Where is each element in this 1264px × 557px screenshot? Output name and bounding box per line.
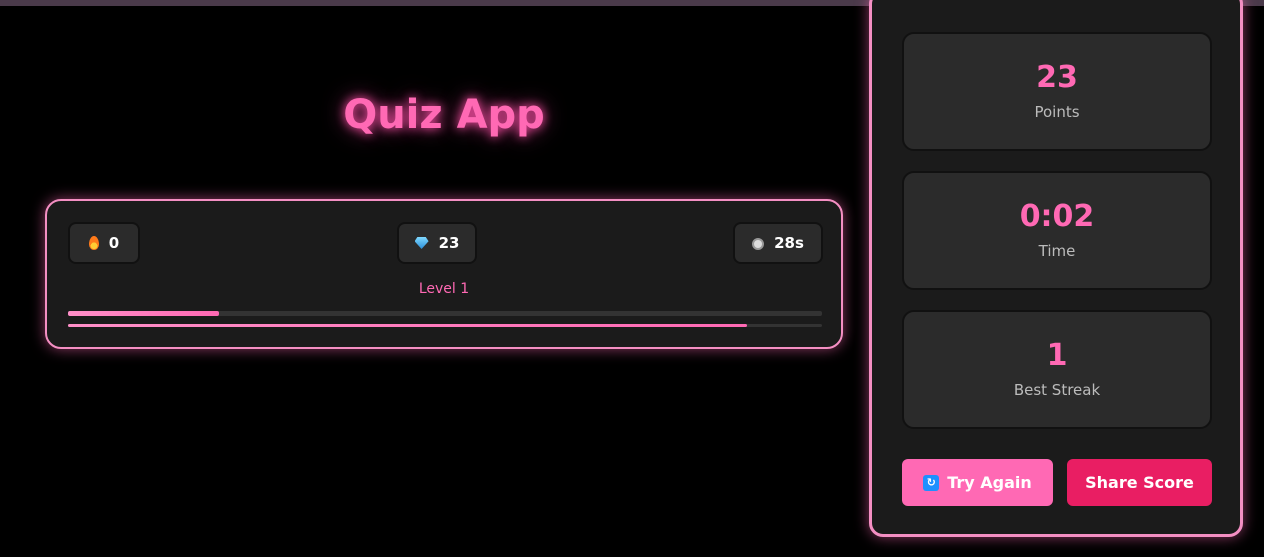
timer-value: 28s: [774, 234, 804, 252]
gem-icon: [414, 237, 429, 249]
gems-value: 23: [438, 234, 460, 252]
timer-chip: 28s: [733, 222, 823, 264]
points-label: Points: [1034, 103, 1080, 121]
try-again-button[interactable]: ↻ Try Again: [902, 459, 1053, 506]
level-progress-bar: [68, 311, 822, 316]
best-streak-value: 1: [1046, 338, 1068, 373]
quiz-status-panel: 0 23 28s Level 1: [45, 199, 843, 349]
time-value: 0:02: [1019, 199, 1095, 234]
try-again-label: Try Again: [947, 473, 1032, 492]
stopwatch-icon: [752, 238, 765, 250]
points-card: 23 Points: [902, 32, 1212, 151]
time-progress-bar: [68, 324, 822, 327]
level-progress-fill: [68, 311, 219, 316]
share-score-label: Share Score: [1085, 473, 1194, 492]
time-progress-fill: [68, 324, 747, 327]
retry-icon: ↻: [923, 474, 940, 491]
best-streak-label: Best Streak: [1013, 381, 1101, 399]
gems-chip: 23: [397, 222, 477, 264]
streak-value: 0: [108, 234, 120, 252]
share-score-button[interactable]: Share Score: [1067, 459, 1212, 506]
results-panel: 23 Points 0:02 Time 1 Best Streak ↻ Try …: [869, 0, 1243, 537]
time-card: 0:02 Time: [902, 171, 1212, 290]
page-title: Quiz App: [343, 92, 545, 138]
streak-chip: 0: [68, 222, 140, 264]
best-streak-card: 1 Best Streak: [902, 310, 1212, 429]
flame-icon: [88, 236, 99, 250]
level-label: Level 1: [418, 281, 470, 297]
points-value: 23: [1036, 60, 1078, 95]
time-label: Time: [1038, 242, 1076, 260]
